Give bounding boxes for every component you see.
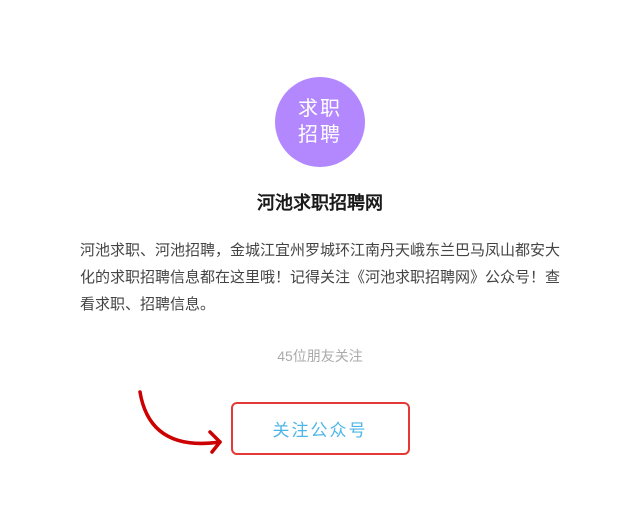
account-name: 河池求职招聘网 [257, 189, 383, 215]
profile-card: 求职 招聘 河池求职招聘网 河池求职、河池招聘，金城江宜州罗城环江南丹天峨东兰巴… [0, 0, 640, 531]
avatar-line1: 求职 [298, 96, 342, 122]
arrow-icon [130, 382, 270, 462]
cta-section: 关注公众号 [80, 402, 560, 455]
avatar: 求职 招聘 [275, 77, 365, 167]
friends-count: 45位朋友关注 [277, 346, 363, 366]
avatar-line2: 招聘 [298, 122, 342, 148]
account-description: 河池求职、河池招聘，金城江宜州罗城环江南丹天峨东兰巴马凤山都安大化的求职招聘信息… [80, 237, 560, 318]
